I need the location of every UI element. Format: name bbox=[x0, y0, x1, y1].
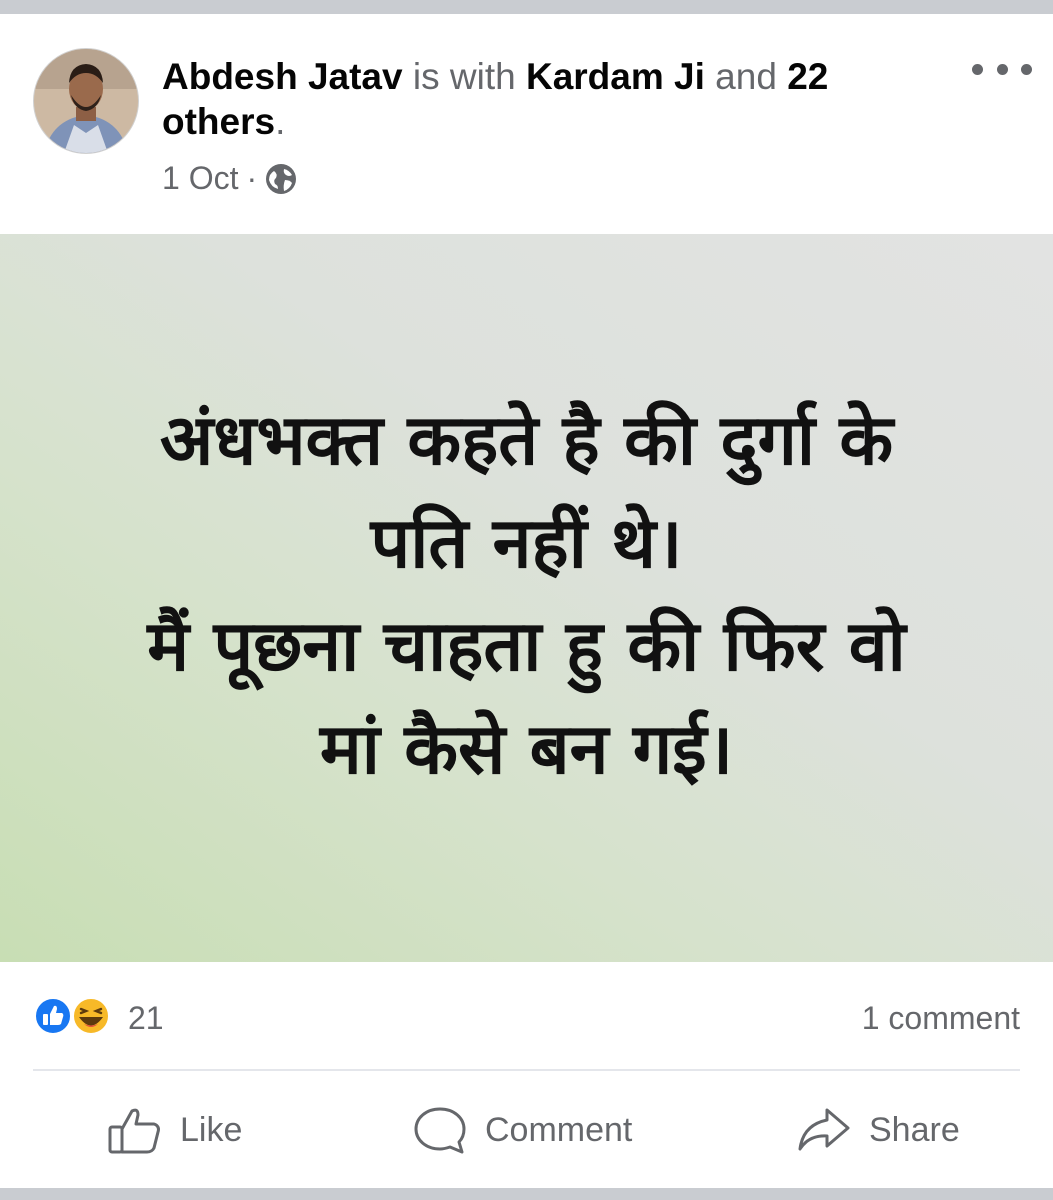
feed-separator bbox=[0, 1188, 1053, 1200]
dot bbox=[1021, 63, 1032, 75]
post-meta: 1 Oct · bbox=[162, 160, 297, 197]
comment-count[interactable]: 1 comment bbox=[862, 1000, 1020, 1037]
image-text: अंधभक्त कहते है की दुर्गा के पति नहीं थे… bbox=[52, 389, 1002, 801]
meta-separator: · bbox=[246, 160, 258, 196]
like-reaction-icon bbox=[34, 997, 72, 1035]
image-text-line: मैं पूछना चाहता हु की फिर वो bbox=[147, 605, 906, 687]
with-text: is with bbox=[412, 56, 516, 97]
tagged-person[interactable]: Kardam Ji bbox=[526, 56, 705, 97]
post-image[interactable]: अंधभक्त कहते है की दुर्गा के पति नहीं थे… bbox=[0, 234, 1053, 962]
share-button[interactable]: Share bbox=[797, 1106, 960, 1154]
reaction-count[interactable]: 21 bbox=[128, 1000, 164, 1037]
period: . bbox=[275, 101, 286, 142]
more-options-icon[interactable] bbox=[972, 54, 1032, 84]
share-label: Share bbox=[869, 1110, 960, 1149]
author-line: Abdesh Jatav is with Kardam Ji and 22 ot… bbox=[162, 54, 942, 144]
post-header: Abdesh Jatav is with Kardam Ji and 22 ot… bbox=[0, 14, 1053, 234]
thumbs-up-icon bbox=[108, 1108, 160, 1154]
post-card: Abdesh Jatav is with Kardam Ji and 22 ot… bbox=[0, 14, 1053, 1188]
comment-label: Comment bbox=[485, 1110, 633, 1149]
globe-icon bbox=[265, 163, 297, 195]
share-icon bbox=[798, 1108, 850, 1151]
divider bbox=[33, 1069, 1020, 1071]
comment-icon bbox=[414, 1107, 466, 1154]
comment-button[interactable]: Comment bbox=[413, 1106, 632, 1154]
reactions-bar: 21 1 comment bbox=[0, 962, 1053, 1070]
dot bbox=[972, 63, 983, 75]
author-name[interactable]: Abdesh Jatav bbox=[162, 56, 403, 97]
reaction-icons[interactable] bbox=[33, 996, 123, 1036]
author-avatar[interactable] bbox=[33, 48, 139, 154]
image-text-line: मां कैसे बन गई। bbox=[319, 708, 734, 790]
post-date[interactable]: 1 Oct bbox=[162, 160, 238, 197]
like-button[interactable]: Like bbox=[108, 1106, 242, 1154]
action-bar: Like Comment Share bbox=[0, 1084, 1053, 1174]
like-label: Like bbox=[180, 1110, 243, 1149]
haha-reaction-icon bbox=[72, 997, 110, 1035]
and-text: and bbox=[715, 56, 777, 97]
dot bbox=[996, 63, 1008, 75]
image-text-line: पति नहीं थे। bbox=[370, 502, 683, 584]
image-text-line: अंधभक्त कहते है की दुर्गा के bbox=[159, 399, 894, 481]
